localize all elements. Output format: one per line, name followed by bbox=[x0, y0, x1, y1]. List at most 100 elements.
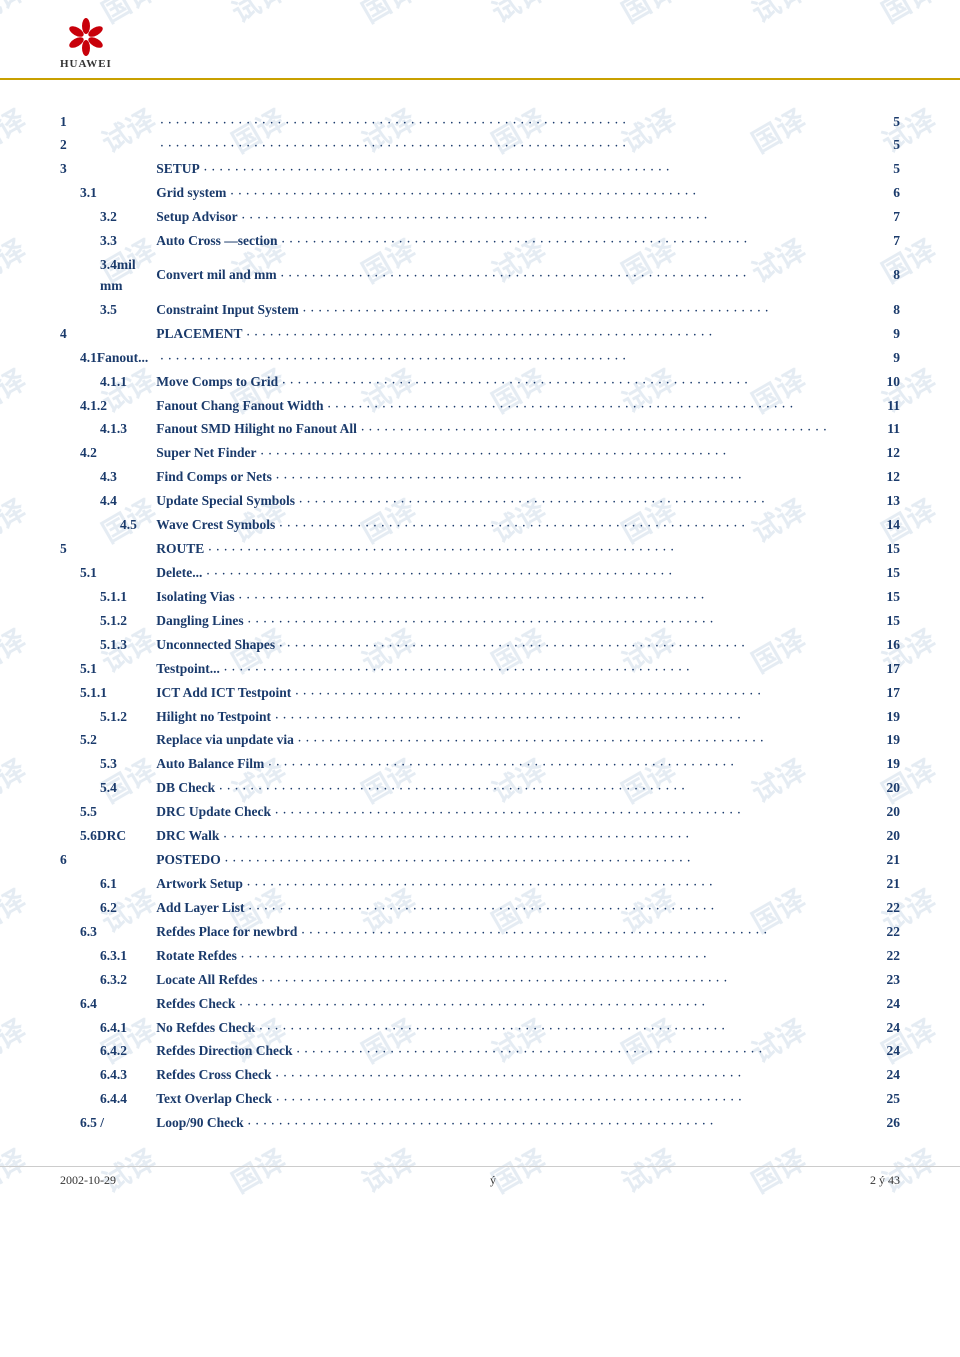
toc-label: DRC Update Check bbox=[156, 802, 271, 823]
toc-page: 11 bbox=[887, 396, 900, 417]
toc-page: 19 bbox=[887, 707, 901, 728]
toc-page: 8 bbox=[893, 300, 900, 321]
toc-page: 21 bbox=[887, 850, 901, 871]
toc-num: 5.1 bbox=[60, 657, 148, 681]
toc-label: Auto Cross —section bbox=[156, 231, 277, 252]
toc-dots: · · · · · · · · · · · · · · · · · · · · … bbox=[259, 1022, 882, 1038]
toc-dots: · · · · · · · · · · · · · · · · · · · · … bbox=[275, 806, 882, 822]
toc-dots: · · · · · · · · · · · · · · · · · · · · … bbox=[208, 543, 882, 559]
toc-dots: · · · · · · · · · · · · · · · · · · · · … bbox=[247, 878, 883, 894]
toc-num: 6.3.2 bbox=[60, 968, 148, 992]
toc-title-dots: DRC Update Check · · · · · · · · · · · ·… bbox=[148, 801, 900, 825]
toc-page: 19 bbox=[887, 754, 901, 775]
toc-table: 1 · · · · · · · · · · · · · · · · · · · … bbox=[60, 110, 900, 1136]
toc-dots: · · · · · · · · · · · · · · · · · · · · … bbox=[249, 902, 883, 918]
toc-num: 6.1 bbox=[60, 873, 148, 897]
toc-page: 17 bbox=[887, 683, 901, 704]
toc-title-dots: Super Net Finder · · · · · · · · · · · ·… bbox=[148, 442, 900, 466]
toc-title-dots: Constraint Input System · · · · · · · · … bbox=[148, 298, 900, 322]
toc-page: 7 bbox=[893, 231, 900, 252]
toc-row: 5.1.1Isolating Vias · · · · · · · · · · … bbox=[60, 585, 900, 609]
toc-row: 4.3Find Comps or Nets · · · · · · · · · … bbox=[60, 466, 900, 490]
toc-title-dots: Move Comps to Grid · · · · · · · · · · ·… bbox=[148, 370, 900, 394]
toc-dots: · · · · · · · · · · · · · · · · · · · · … bbox=[295, 687, 882, 703]
toc-title-dots: · · · · · · · · · · · · · · · · · · · · … bbox=[148, 110, 900, 134]
toc-dots: · · · · · · · · · · · · · · · · · · · · … bbox=[276, 471, 883, 487]
toc-num: 4 bbox=[60, 322, 148, 346]
toc-title-dots: Refdes Cross Check · · · · · · · · · · ·… bbox=[148, 1064, 900, 1088]
toc-row: 5ROUTE · · · · · · · · · · · · · · · · ·… bbox=[60, 538, 900, 562]
toc-page: 16 bbox=[887, 635, 901, 656]
toc-row: 1 · · · · · · · · · · · · · · · · · · · … bbox=[60, 110, 900, 134]
toc-title-dots: Find Comps or Nets · · · · · · · · · · ·… bbox=[148, 466, 900, 490]
toc-page: 7 bbox=[893, 207, 900, 228]
toc-row: 5.4DB Check · · · · · · · · · · · · · · … bbox=[60, 777, 900, 801]
toc-label: Refdes Cross Check bbox=[156, 1065, 271, 1086]
toc-title-dots: · · · · · · · · · · · · · · · · · · · · … bbox=[148, 134, 900, 158]
toc-dots: · · · · · · · · · · · · · · · · · · · · … bbox=[230, 187, 889, 203]
toc-dots: · · · · · · · · · · · · · · · · · · · · … bbox=[219, 782, 882, 798]
toc-label: Fanout SMD Hilight no Fanout All bbox=[156, 419, 357, 440]
toc-page: 22 bbox=[887, 922, 901, 943]
toc-dots: · · · · · · · · · · · · · · · · · · · · … bbox=[361, 423, 883, 439]
toc-label: Artwork Setup bbox=[156, 874, 243, 895]
toc-row: 6.4.4Text Overlap Check · · · · · · · · … bbox=[60, 1088, 900, 1112]
toc-title-dots: Rotate Refdes · · · · · · · · · · · · · … bbox=[148, 944, 900, 968]
toc-label: PLACEMENT bbox=[156, 324, 242, 345]
toc-num: 4.1.1 bbox=[60, 370, 148, 394]
toc-num: 6.5 / bbox=[60, 1112, 148, 1136]
toc-num: 6.3 bbox=[60, 920, 148, 944]
toc-title-dots: Dangling Lines · · · · · · · · · · · · ·… bbox=[148, 609, 900, 633]
toc-row: 6.5 /Loop/90 Check · · · · · · · · · · ·… bbox=[60, 1112, 900, 1136]
toc-page: 15 bbox=[887, 539, 901, 560]
toc-dots: · · · · · · · · · · · · · · · · · · · · … bbox=[303, 304, 889, 320]
toc-dots: · · · · · · · · · · · · · · · · · · · · … bbox=[281, 269, 890, 285]
toc-dots: · · · · · · · · · · · · · · · · · · · · … bbox=[242, 211, 890, 227]
toc-title-dots: ICT Add ICT Testpoint · · · · · · · · · … bbox=[148, 681, 900, 705]
toc-page: 12 bbox=[887, 443, 901, 464]
toc-title-dots: Refdes Place for newbrd · · · · · · · · … bbox=[148, 920, 900, 944]
toc-dots: · · · · · · · · · · · · · · · · · · · · … bbox=[297, 1045, 883, 1061]
toc-title-dots: PLACEMENT · · · · · · · · · · · · · · · … bbox=[148, 322, 900, 346]
toc-page: 9 bbox=[893, 348, 900, 369]
toc-row: 3SETUP · · · · · · · · · · · · · · · · ·… bbox=[60, 158, 900, 182]
toc-num: 4.4 bbox=[60, 490, 148, 514]
toc-label: Auto Balance Film bbox=[156, 754, 264, 775]
toc-num: 1 bbox=[60, 110, 148, 134]
toc-title-dots: Artwork Setup · · · · · · · · · · · · · … bbox=[148, 873, 900, 897]
toc-label: POSTEDO bbox=[156, 850, 221, 871]
toc-row: 6.2Add Layer List · · · · · · · · · · · … bbox=[60, 896, 900, 920]
toc-page: 24 bbox=[887, 1018, 901, 1039]
toc-title-dots: SETUP · · · · · · · · · · · · · · · · · … bbox=[148, 158, 900, 182]
toc-page: 9 bbox=[893, 324, 900, 345]
toc-dots: · · · · · · · · · · · · · · · · · · · · … bbox=[224, 663, 883, 679]
toc-title-dots: Update Special Symbols · · · · · · · · ·… bbox=[148, 490, 900, 514]
toc-row: 5.1.3Unconnected Shapes · · · · · · · · … bbox=[60, 633, 900, 657]
toc-dots: · · · · · · · · · · · · · · · · · · · · … bbox=[160, 352, 889, 368]
toc-dots: · · · · · · · · · · · · · · · · · · · · … bbox=[160, 139, 889, 155]
toc-label: Grid system bbox=[156, 183, 226, 204]
footer-center: ý bbox=[490, 1173, 496, 1188]
toc-page: 21 bbox=[887, 874, 901, 895]
toc-page: 20 bbox=[887, 802, 901, 823]
toc-title-dots: · · · · · · · · · · · · · · · · · · · · … bbox=[148, 346, 900, 370]
toc-page: 5 bbox=[893, 159, 900, 180]
toc-num: 4.1.3 bbox=[60, 418, 148, 442]
toc-title-dots: Unconnected Shapes · · · · · · · · · · ·… bbox=[148, 633, 900, 657]
toc-title-dots: Convert mil and mm · · · · · · · · · · ·… bbox=[148, 254, 900, 299]
toc-title-dots: DB Check · · · · · · · · · · · · · · · ·… bbox=[148, 777, 900, 801]
toc-label: Convert mil and mm bbox=[156, 265, 276, 286]
toc-title-dots: Testpoint... · · · · · · · · · · · · · ·… bbox=[148, 657, 900, 681]
footer-page: 2 ý 43 bbox=[870, 1173, 900, 1188]
toc-num: 3 bbox=[60, 158, 148, 182]
toc-num: 5.1.1 bbox=[60, 681, 148, 705]
toc-page: 6 bbox=[893, 183, 900, 204]
huawei-logo-icon bbox=[62, 18, 110, 56]
toc-label: Update Special Symbols bbox=[156, 491, 295, 512]
toc-num: 6.2 bbox=[60, 896, 148, 920]
toc-label: Hilight no Testpoint bbox=[156, 707, 271, 728]
toc-label: SETUP bbox=[156, 159, 200, 180]
toc-label: Isolating Vias bbox=[156, 587, 234, 608]
toc-page: 23 bbox=[887, 970, 901, 991]
toc-row: 5.1Testpoint... · · · · · · · · · · · · … bbox=[60, 657, 900, 681]
